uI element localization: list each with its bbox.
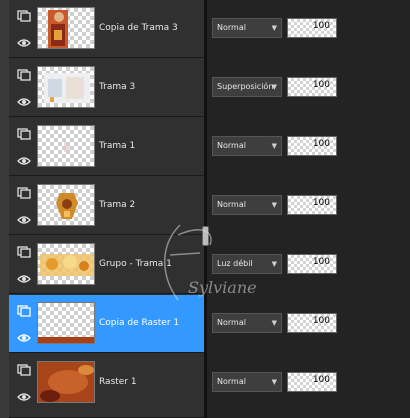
layer-toggle-icon[interactable] bbox=[17, 187, 31, 199]
opacity-field[interactable]: 100 bbox=[287, 254, 337, 274]
blend-mode-dropdown[interactable]: Superposición ▼ bbox=[212, 77, 282, 97]
opacity-value: 100 bbox=[312, 80, 330, 90]
chevron-down-icon: ▼ bbox=[271, 24, 277, 32]
layer-properties: Luz débil ▼ 100 bbox=[207, 236, 410, 294]
layer-row[interactable]: Trama 3 bbox=[9, 59, 204, 117]
opacity-field[interactable]: 100 bbox=[287, 77, 337, 97]
opacity-field[interactable]: 100 bbox=[287, 18, 337, 38]
blend-mode-value: Luz débil bbox=[217, 259, 253, 268]
eye-icon[interactable] bbox=[17, 97, 31, 107]
blend-mode-dropdown[interactable]: Luz débil ▼ bbox=[212, 254, 282, 274]
eye-icon[interactable] bbox=[17, 274, 31, 284]
blend-mode-value: Normal bbox=[217, 141, 246, 150]
blend-mode-value: Normal bbox=[217, 23, 246, 32]
panel-left-edge bbox=[0, 0, 9, 418]
layer-properties: Normal ▼ 100 bbox=[207, 118, 410, 176]
chevron-down-icon: ▼ bbox=[271, 319, 277, 327]
blend-mode-value: Normal bbox=[217, 318, 246, 327]
eye-icon[interactable] bbox=[17, 38, 31, 48]
layer-name: Grupo - Trama 1 bbox=[99, 259, 172, 269]
layer-row[interactable]: Raster 1 bbox=[9, 354, 204, 418]
opacity-value: 100 bbox=[312, 198, 330, 208]
layer-thumbnail bbox=[37, 243, 95, 285]
layer-thumbnail bbox=[37, 125, 95, 167]
chevron-down-icon: ▼ bbox=[271, 83, 277, 91]
layer-name: Trama 2 bbox=[99, 200, 136, 210]
eye-icon[interactable] bbox=[17, 392, 31, 402]
layer-name: Raster 1 bbox=[99, 377, 137, 387]
layer-toggle-icon[interactable] bbox=[17, 10, 31, 22]
layer-thumbnail bbox=[37, 184, 95, 226]
opacity-value: 100 bbox=[312, 257, 330, 267]
layer-name: Copia de Raster 1 bbox=[99, 318, 180, 328]
layer-toggle-icon[interactable] bbox=[17, 128, 31, 140]
chevron-down-icon: ▼ bbox=[271, 378, 277, 386]
layer-properties: Normal ▼ 100 bbox=[207, 177, 410, 235]
layer-properties: Normal ▼ 100 bbox=[207, 0, 410, 58]
chevron-down-icon: ▼ bbox=[271, 260, 277, 268]
opacity-value: 100 bbox=[312, 316, 330, 326]
layer-name: Copia de Trama 3 bbox=[99, 23, 178, 33]
opacity-field[interactable]: 100 bbox=[287, 136, 337, 156]
opacity-value: 100 bbox=[312, 375, 330, 385]
layer-row[interactable]: Copia de Trama 3 bbox=[9, 0, 204, 58]
blend-mode-value: Normal bbox=[217, 377, 246, 386]
blend-mode-dropdown[interactable]: Normal ▼ bbox=[212, 195, 282, 215]
blend-mode-value: Normal bbox=[217, 200, 246, 209]
layer-thumbnail bbox=[37, 302, 95, 344]
layer-properties: Superposición ▼ 100 bbox=[207, 59, 410, 117]
opacity-field[interactable]: 100 bbox=[287, 195, 337, 215]
blend-mode-dropdown[interactable]: Normal ▼ bbox=[212, 18, 282, 38]
layer-row[interactable]: Copia de Raster 1 bbox=[9, 295, 204, 353]
layer-row[interactable]: Grupo - Trama 1 bbox=[9, 236, 204, 294]
layer-row[interactable]: Trama 2 bbox=[9, 177, 204, 235]
layer-name: Trama 3 bbox=[99, 82, 136, 92]
layer-row[interactable]: Trama 1 bbox=[9, 118, 204, 176]
opacity-value: 100 bbox=[312, 21, 330, 31]
chevron-down-icon: ▼ bbox=[271, 201, 277, 209]
layer-thumbnail bbox=[37, 361, 95, 403]
eye-icon[interactable] bbox=[17, 215, 31, 225]
layer-toggle-icon[interactable] bbox=[17, 246, 31, 258]
splitter-handle[interactable] bbox=[202, 226, 209, 246]
layer-toggle-icon[interactable] bbox=[17, 305, 31, 317]
layer-toggle-icon[interactable] bbox=[17, 364, 31, 376]
blend-mode-dropdown[interactable]: Normal ▼ bbox=[212, 372, 282, 392]
chevron-down-icon: ▼ bbox=[271, 142, 277, 150]
layer-name: Trama 1 bbox=[99, 141, 136, 151]
opacity-value: 100 bbox=[312, 139, 330, 149]
eye-icon[interactable] bbox=[17, 156, 31, 166]
layer-properties: Normal ▼ 100 bbox=[207, 295, 410, 353]
blend-mode-value: Superposición bbox=[217, 82, 274, 91]
layer-toggle-icon[interactable] bbox=[17, 69, 31, 81]
blend-mode-dropdown[interactable]: Normal ▼ bbox=[212, 136, 282, 156]
opacity-field[interactable]: 100 bbox=[287, 313, 337, 333]
opacity-field[interactable]: 100 bbox=[287, 372, 337, 392]
eye-icon[interactable] bbox=[17, 333, 31, 343]
blend-mode-dropdown[interactable]: Normal ▼ bbox=[212, 313, 282, 333]
layer-thumbnail bbox=[37, 66, 95, 108]
layer-properties: Normal ▼ 100 bbox=[207, 354, 410, 412]
layer-thumbnail bbox=[37, 7, 95, 49]
